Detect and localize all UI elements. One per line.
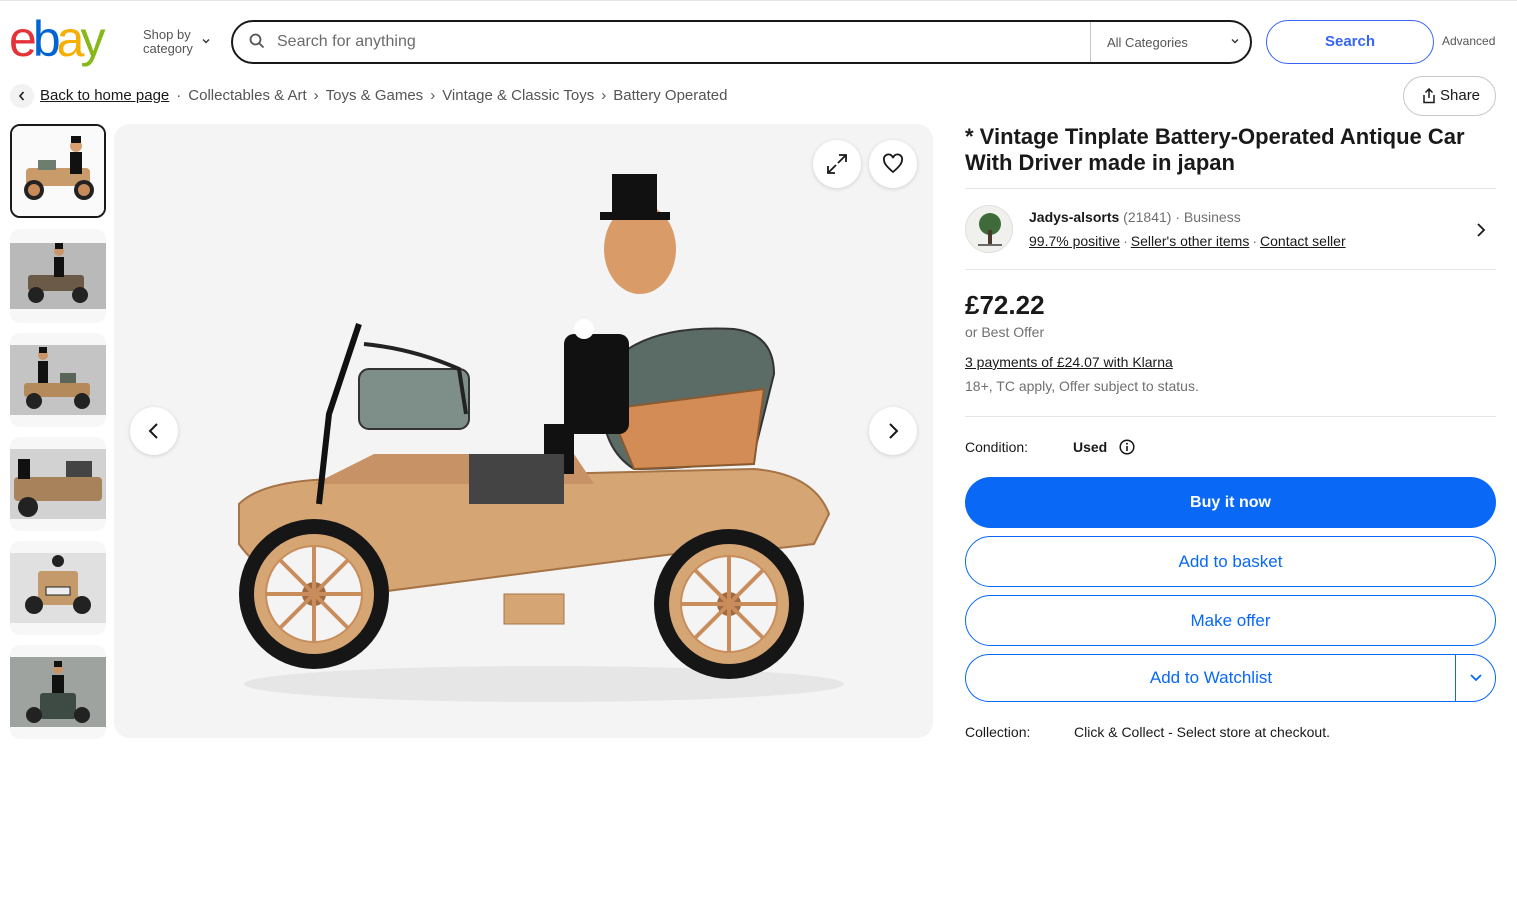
toy-car-image [10,449,106,519]
toy-car-image [114,124,933,738]
search-button[interactable]: Search [1266,20,1434,64]
breadcrumb-item-toys[interactable]: Toys & Games [326,87,424,104]
condition-label: Condition: [965,439,1029,455]
toy-car-image [12,126,104,216]
back-button[interactable] [10,84,34,108]
advanced-search-link[interactable]: Advanced [1442,34,1495,48]
breadcrumb-chevron-icon: › [313,87,319,104]
condition-value: Used [1073,439,1108,455]
breadcrumb-chevron-icon: › [430,87,436,104]
klarna-note: 18+, TC apply, Offer subject to status. [965,378,1199,394]
toy-car-image [10,345,106,415]
thumbnail-2[interactable] [10,229,106,323]
divider [965,188,1496,189]
tree-icon [978,213,1002,246]
collection-label: Collection: [965,724,1031,740]
chevron-left-icon [18,91,25,101]
logo-letter-b: b [32,11,61,67]
price: £72.22 [965,290,1045,320]
logo-letter-e: e [9,11,37,67]
previous-image-button[interactable] [130,407,178,455]
separator-dot: · [1175,209,1180,225]
chevron-right-icon [889,423,899,439]
breadcrumb-item-collectables[interactable]: Collectables & Art [188,87,306,104]
toy-car-image [10,243,106,309]
add-to-basket-button[interactable]: Add to basket [965,536,1496,587]
ebay-logo[interactable]: ebay [9,14,129,64]
info-icon[interactable] [1119,439,1135,455]
thumbnail-6[interactable] [10,645,106,739]
share-button[interactable]: Share [1403,76,1496,116]
divider [965,269,1496,270]
category-select-value: All Categories [1107,35,1188,50]
contact-seller-link[interactable]: Contact seller [1260,233,1346,249]
breadcrumb-chevron-icon: › [601,87,607,104]
make-offer-button[interactable]: Make offer [965,595,1496,646]
expand-icon [827,154,847,174]
thumbnail-3[interactable] [10,333,106,427]
toy-car-image [10,553,106,623]
breadcrumb-item-battery[interactable]: Battery Operated [613,87,727,104]
search-input[interactable] [277,30,1077,54]
chevron-down-icon [1231,39,1239,44]
seller-name[interactable]: Jadys-alsorts [1029,209,1119,225]
chevron-down-icon [202,39,210,44]
heart-icon [883,153,903,174]
klarna-link[interactable]: 3 payments of £24.07 with Klarna [965,354,1173,370]
collection-value: Click & Collect - Select store at checko… [1074,724,1330,740]
chevron-down-icon [1470,674,1482,682]
logo-letter-a: a [56,11,85,67]
separator-dot: · [1252,233,1258,249]
logo-letter-y: y [80,11,105,67]
breadcrumb-item-vintage[interactable]: Vintage & Classic Toys [442,87,594,104]
next-image-button[interactable] [869,407,917,455]
share-label: Share [1440,87,1481,104]
seller-links: 99.7% positive · Seller's other items · Cont… [1029,233,1346,249]
chevron-right-icon[interactable] [1474,222,1488,238]
thumbnail-1[interactable] [10,124,106,218]
breadcrumb-home-link[interactable]: Back to home page [40,87,169,104]
share-icon [1423,88,1435,104]
shop-by-category-button[interactable]: Shop by category [143,28,213,56]
breadcrumb: Back to home page · Collectables & Art › Toy… [40,87,727,104]
thumbnail-5[interactable] [10,541,106,635]
seller-positive-link[interactable]: 99.7% positive [1029,233,1120,249]
separator-dot: · [1123,233,1128,249]
seller-info: Jadys-alsorts (21841) · Business [1029,209,1241,225]
watchlist-dropdown-button[interactable] [1455,654,1496,702]
expand-image-button[interactable] [813,140,861,188]
add-to-watchlist-button[interactable]: Add to Watchlist [965,654,1456,702]
thumbnail-4[interactable] [10,437,106,531]
seller-feedback-count: (21841) [1123,209,1172,225]
top-border [0,0,1517,1]
search-icon [249,33,265,49]
divider [965,416,1496,417]
chevron-left-icon [148,423,158,439]
buy-it-now-button[interactable]: Buy it now [965,477,1496,528]
category-select[interactable]: All Categories [1090,22,1252,62]
search-bar: All Categories [231,20,1252,64]
listing-title: * Vintage Tinplate Battery-Operated Anti… [965,124,1465,175]
seller-type: Business [1183,209,1241,225]
main-product-image[interactable] [114,124,933,738]
seller-avatar[interactable] [965,205,1013,253]
watch-heart-button[interactable] [869,140,917,188]
breadcrumb-dot: · [176,87,182,104]
toy-car-image [10,657,106,727]
best-offer-text: or Best Offer [965,324,1045,340]
seller-other-items-link[interactable]: Seller's other items [1131,233,1250,249]
